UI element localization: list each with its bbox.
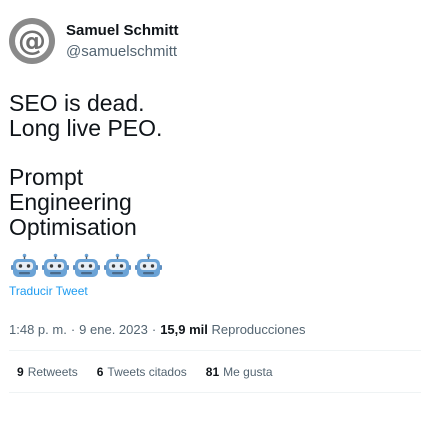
separator: · <box>151 322 157 337</box>
username-handle[interactable]: @samuelschmitt <box>66 42 179 61</box>
robot-face-emoji <box>73 253 100 277</box>
tweet-card: @ Samuel Schmitt @samuelschmitt SEO is d… <box>0 0 431 425</box>
robot-face-emoji <box>42 253 69 277</box>
divider <box>9 392 421 393</box>
quote-tweets-stat[interactable]: 6 Tweets citados <box>97 364 187 380</box>
tweet-line: Optimisation <box>9 214 137 240</box>
retweets-count: 9 <box>17 365 24 379</box>
likes-count: 81 <box>205 365 220 379</box>
engagement-stats: 9 Retweets 6 Tweets citados 81 Me gusta <box>17 364 273 380</box>
quote-tweets-label: Tweets citados <box>107 365 187 379</box>
tweet-line: SEO is dead. <box>9 90 145 116</box>
robot-emoji-row <box>11 253 162 278</box>
tweet-line: Engineering <box>9 189 132 215</box>
views-label: Reproducciones <box>211 322 306 337</box>
tweet-metadata: 1:48 p. m. · 9 ene. 2023 · 15,9 mil Reproduc… <box>9 321 305 339</box>
at-sign-icon: @ <box>15 24 49 58</box>
display-name[interactable]: Samuel Schmitt <box>66 21 179 40</box>
views-count: 15,9 mil <box>160 322 208 337</box>
likes-label: Me gusta <box>223 365 273 379</box>
retweets-label: Retweets <box>27 365 78 379</box>
separator: · <box>70 322 76 337</box>
translate-tweet-link[interactable]: Traducir Tweet <box>9 283 88 299</box>
tweet-time[interactable]: 1:48 p. m. <box>9 322 67 337</box>
tweet-line: Long live PEO. <box>9 115 163 141</box>
robot-face-emoji <box>104 253 131 277</box>
tweet-line: Prompt <box>9 164 84 190</box>
quote-tweets-count: 6 <box>96 365 104 379</box>
robot-face-emoji <box>135 253 162 277</box>
tweet-text: SEO is dead. Long live PEO. Prompt Engin… <box>9 91 309 240</box>
tweet-date[interactable]: 9 ene. 2023 <box>79 322 148 337</box>
divider <box>9 350 421 351</box>
avatar[interactable]: @ <box>9 18 55 64</box>
author-info: Samuel Schmitt @samuelschmitt <box>66 21 179 61</box>
robot-face-emoji <box>11 253 38 277</box>
likes-stat[interactable]: 81 Me gusta <box>206 364 273 380</box>
retweets-stat[interactable]: 9 Retweets <box>17 364 78 380</box>
